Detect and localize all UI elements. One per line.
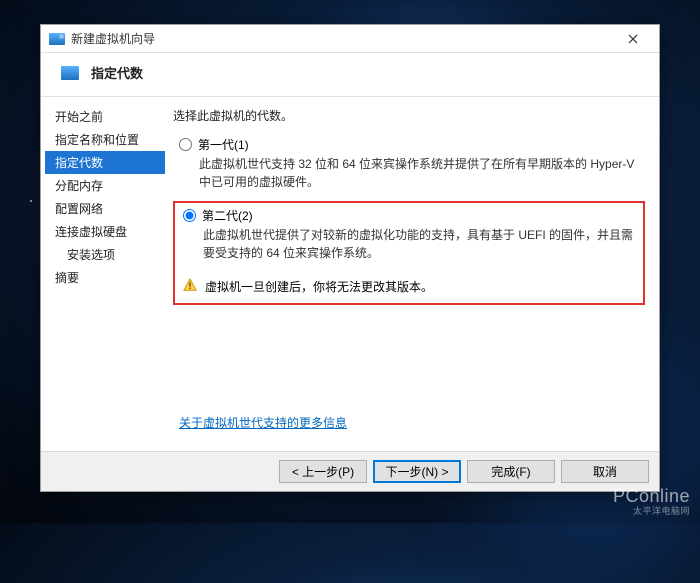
warning-row: 虚拟机一旦创建后，你将无法更改其版本。 — [177, 272, 639, 297]
highlight-annotation: 第二代(2) 此虚拟机世代提供了对较新的虚拟化功能的支持，具有基于 UEFI 的… — [173, 201, 645, 305]
gen2-label: 第二代(2) — [202, 207, 253, 224]
watermark-sub: 太平洋电脑网 — [613, 504, 690, 517]
gen2-radio-row[interactable]: 第二代(2) — [177, 205, 639, 226]
wizard-steps-sidebar: 开始之前 指定名称和位置 指定代数 分配内存 配置网络 连接虚拟硬盘 安装选项 … — [41, 97, 165, 451]
warning-icon — [183, 278, 197, 292]
next-button[interactable]: 下一步(N) > — [373, 460, 461, 483]
close-icon — [628, 34, 638, 44]
warning-text: 虚拟机一旦创建后，你将无法更改其版本。 — [205, 278, 433, 295]
header-icon — [61, 66, 79, 80]
sidebar-item-generation[interactable]: 指定代数 — [45, 151, 165, 174]
page-header: 指定代数 — [41, 53, 659, 97]
window-title: 新建虚拟机向导 — [71, 30, 615, 47]
watermark: PConline 太平洋电脑网 — [613, 486, 690, 517]
more-info-link[interactable]: 关于虚拟机世代支持的更多信息 — [173, 408, 645, 441]
gen1-radio[interactable] — [179, 138, 192, 151]
gen1-label: 第一代(1) — [198, 136, 249, 153]
generation-1-option: 第一代(1) 此虚拟机世代支持 32 位和 64 位来宾操作系统并提供了在所有早… — [173, 134, 645, 197]
page-title: 指定代数 — [91, 63, 143, 82]
sidebar-item-memory[interactable]: 分配内存 — [45, 174, 165, 197]
sidebar-item-summary[interactable]: 摘要 — [45, 266, 165, 289]
gen1-radio-row[interactable]: 第一代(1) — [173, 134, 645, 155]
gen2-description: 此虚拟机世代提供了对较新的虚拟化功能的支持，具有基于 UEFI 的固件，并且需要… — [177, 226, 639, 268]
gen1-description: 此虚拟机世代支持 32 位和 64 位来宾操作系统并提供了在所有早期版本的 Hy… — [173, 155, 645, 197]
close-button[interactable] — [615, 27, 651, 51]
wizard-content: 选择此虚拟机的代数。 第一代(1) 此虚拟机世代支持 32 位和 64 位来宾操… — [165, 97, 659, 451]
generation-2-option: 第二代(2) 此虚拟机世代提供了对较新的虚拟化功能的支持，具有基于 UEFI 的… — [177, 205, 639, 268]
sidebar-item-vhd[interactable]: 连接虚拟硬盘 — [45, 220, 165, 243]
intro-text: 选择此虚拟机的代数。 — [173, 107, 645, 124]
sidebar-item-install-options[interactable]: 安装选项 — [45, 243, 165, 266]
gen2-radio[interactable] — [183, 209, 196, 222]
watermark-brand: PConline — [613, 486, 690, 506]
wizard-dialog: 新建虚拟机向导 指定代数 开始之前 指定名称和位置 指定代数 分配内存 配置网络… — [40, 24, 660, 492]
title-bar: 新建虚拟机向导 — [41, 25, 659, 53]
sidebar-item-network[interactable]: 配置网络 — [45, 197, 165, 220]
sidebar-item-before-begin[interactable]: 开始之前 — [45, 105, 165, 128]
finish-button[interactable]: 完成(F) — [467, 460, 555, 483]
app-icon — [49, 33, 65, 45]
sidebar-item-name-location[interactable]: 指定名称和位置 — [45, 128, 165, 151]
previous-button[interactable]: < 上一步(P) — [279, 460, 367, 483]
wizard-footer: < 上一步(P) 下一步(N) > 完成(F) 取消 — [41, 451, 659, 491]
cancel-button[interactable]: 取消 — [561, 460, 649, 483]
